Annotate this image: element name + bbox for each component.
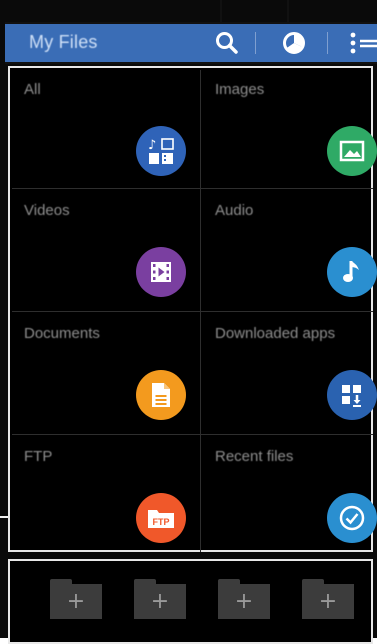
music-note-icon: [327, 247, 377, 297]
search-icon: [216, 32, 238, 54]
category-label: Images: [215, 81, 265, 98]
add-shortcut-button[interactable]: +: [218, 579, 270, 619]
more-options-button[interactable]: [345, 26, 377, 60]
header-divider: [255, 32, 256, 54]
search-button[interactable]: [210, 26, 244, 60]
category-label: FTP: [24, 448, 53, 465]
category-images[interactable]: Images: [201, 68, 377, 188]
categories-grid: All ♪ Images Videos Audio Documents Down…: [8, 66, 377, 552]
category-audio[interactable]: Audio: [201, 189, 377, 311]
storage-usage-icon: [283, 32, 305, 54]
category-recent-files[interactable]: Recent files: [201, 435, 377, 552]
add-icon: +: [50, 584, 102, 619]
image-icon: [327, 126, 377, 176]
category-label: Videos: [24, 202, 70, 219]
recent-check-icon: [327, 493, 377, 543]
storage-usage-button[interactable]: [277, 26, 311, 60]
add-shortcut-button[interactable]: +: [302, 579, 354, 619]
add-icon: +: [134, 584, 186, 619]
add-shortcut-button[interactable]: +: [50, 579, 102, 619]
shortcuts-area: + + + +: [8, 559, 373, 644]
category-all[interactable]: All ♪: [10, 68, 200, 188]
add-shortcut-button[interactable]: +: [134, 579, 186, 619]
category-label: All: [24, 81, 41, 98]
svg-text:♪: ♪: [148, 138, 156, 153]
category-label: Documents: [24, 325, 100, 342]
video-icon: [136, 247, 186, 297]
callout-line-storage: [287, 0, 289, 24]
document-icon: [136, 370, 186, 420]
page-title: My Files: [29, 32, 98, 52]
category-videos[interactable]: Videos: [10, 189, 200, 311]
category-label: Downloaded apps: [215, 325, 336, 342]
apps-download-icon: [327, 370, 377, 420]
action-bar: My Files: [5, 22, 377, 64]
header-divider: [327, 32, 328, 54]
ftp-icon-text: FTP: [153, 517, 170, 527]
callout-line-search: [220, 0, 222, 24]
my-files-screen: My Files All ♪ Images Videos Audio Docum…: [0, 0, 377, 644]
all-files-icon: ♪: [136, 126, 186, 176]
category-documents[interactable]: Documents: [10, 312, 200, 434]
category-label: Recent files: [215, 448, 294, 465]
add-icon: +: [302, 584, 354, 619]
category-ftp[interactable]: FTP FTP: [10, 435, 200, 552]
add-icon: +: [218, 584, 270, 619]
category-label: Audio: [215, 202, 254, 219]
ftp-icon: FTP: [136, 493, 186, 543]
category-downloaded-apps[interactable]: Downloaded apps: [201, 312, 377, 434]
more-options-icon: [350, 32, 377, 54]
